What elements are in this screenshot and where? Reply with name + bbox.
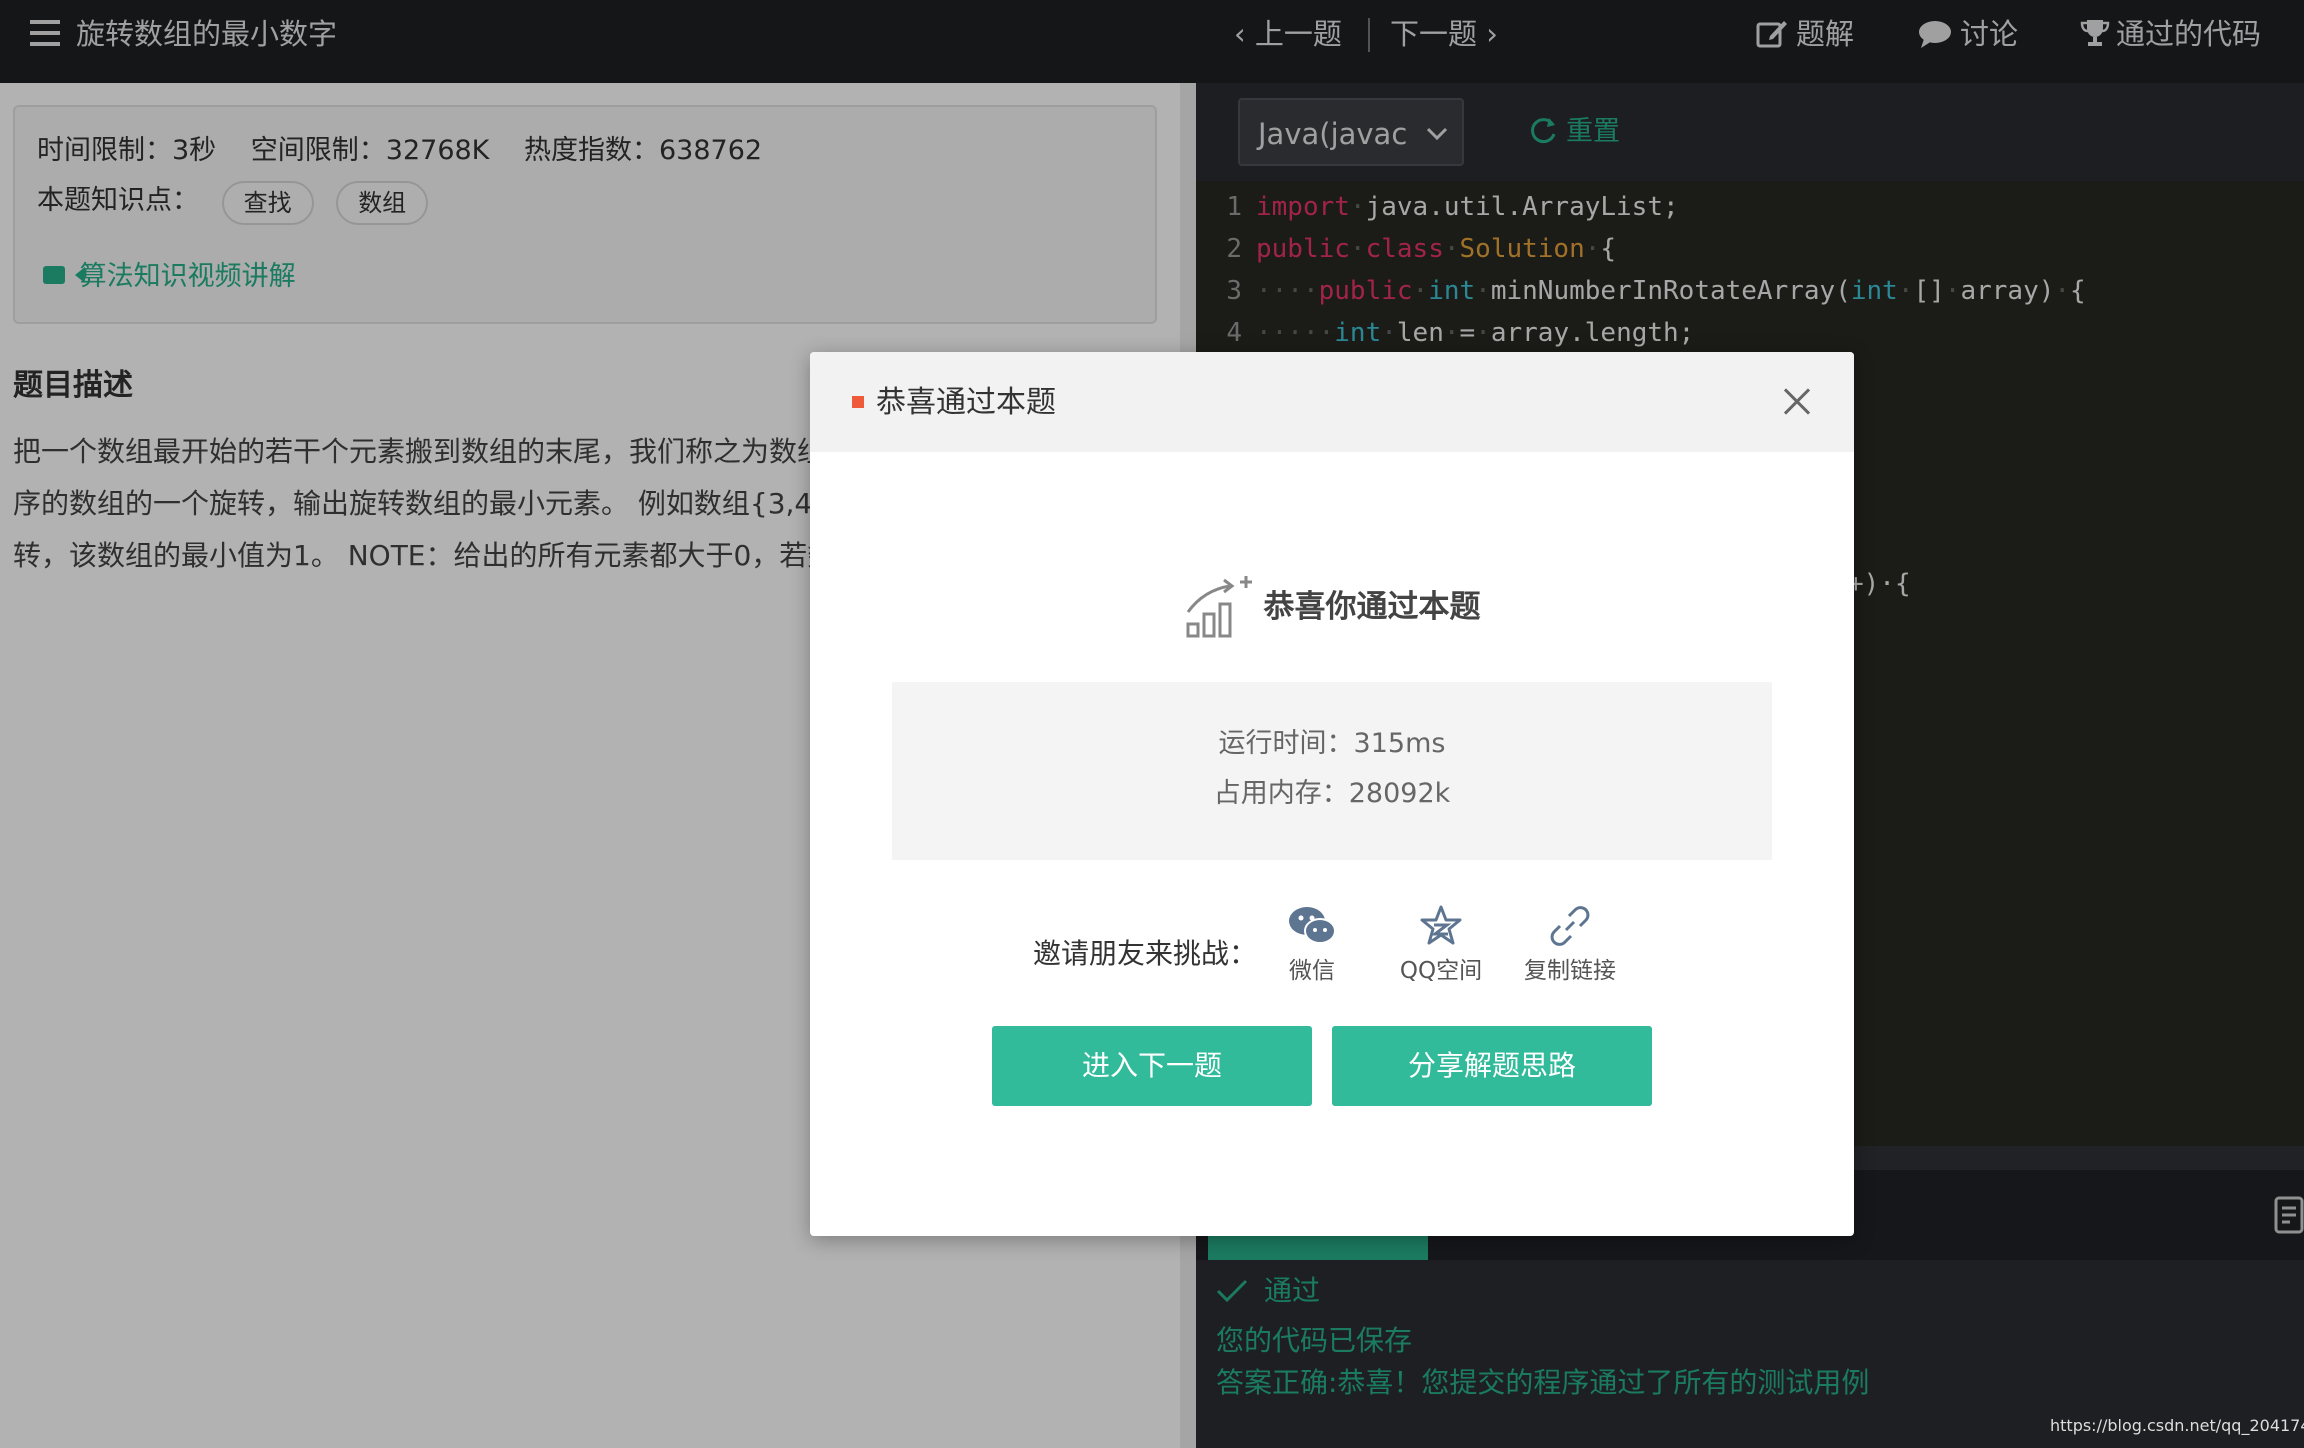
close-icon[interactable] [1778, 382, 1818, 422]
link-icon [1550, 906, 1590, 946]
success-dialog: 恭喜通过本题 恭喜你通过本题 运行时间：315ms 占用内存：28092k 邀请… [810, 352, 1854, 1236]
share-solution-button[interactable]: 分享解题思路 [1332, 1026, 1652, 1106]
title-marker [852, 396, 864, 408]
growth-chart-icon [1186, 576, 1252, 638]
runtime-stat: 运行时间：315ms [1218, 728, 1446, 759]
next-problem-button[interactable]: 进入下一题 [992, 1026, 1312, 1106]
star-icon [1420, 905, 1462, 945]
result-stats: 运行时间：315ms 占用内存：28092k [892, 682, 1772, 860]
wechat-icon [1289, 907, 1336, 944]
watermark: https://blog.csdn.net/qq_20417499 [2050, 1416, 2304, 1435]
share-wechat[interactable]: 微信 [1242, 904, 1382, 988]
share-wechat-label: 微信 [1289, 958, 1335, 984]
memory-stat: 占用内存：28092k [1213, 778, 1451, 809]
dialog-title: 恭喜通过本题 [876, 385, 1056, 420]
dialog-header: 恭喜通过本题 [810, 352, 1854, 452]
success-text: 恭喜你通过本题 [1263, 589, 1481, 625]
share-qzone[interactable]: QQ空间 [1371, 904, 1511, 988]
invite-label: 邀请朋友来挑战： [1033, 937, 1258, 970]
share-qzone-label: QQ空间 [1399, 958, 1483, 984]
share-copy-link[interactable]: 复制链接 [1500, 904, 1640, 988]
success-message: 恭喜你通过本题 [810, 572, 1854, 642]
share-copy-link-label: 复制链接 [1524, 958, 1616, 984]
